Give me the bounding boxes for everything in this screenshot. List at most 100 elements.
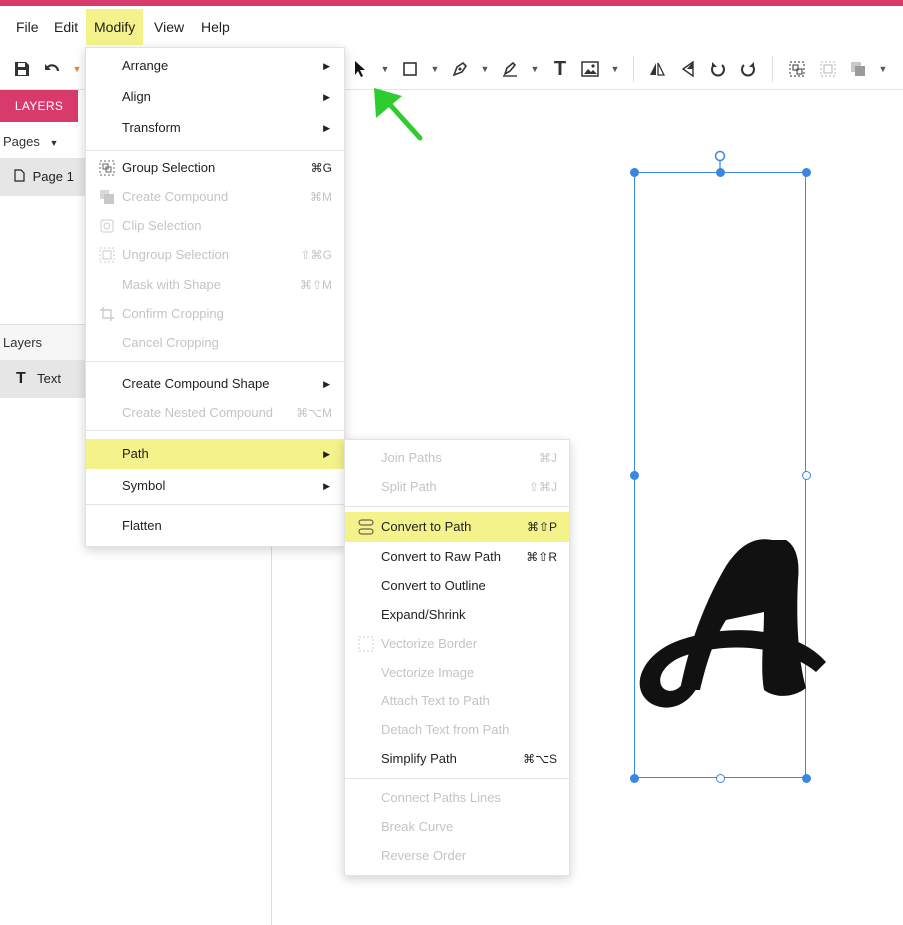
resize-handle-n[interactable]	[715, 167, 725, 177]
resize-handle-e[interactable]	[801, 470, 811, 480]
menu-item-expand-shrink[interactable]: Expand/Shrink	[345, 600, 569, 630]
modify-menu: Arrange ▶ Align ▶ Transform ▶ Group Sele…	[85, 47, 345, 547]
page-item[interactable]: Page 1	[0, 158, 86, 196]
menu-item-label: Simplify Path	[381, 751, 457, 766]
layers-section: Layers	[0, 324, 86, 360]
shortcut-label: ⌘M	[310, 190, 332, 204]
menu-modify[interactable]: Modify	[86, 9, 144, 45]
menu-item-label: Vectorize Border	[381, 636, 478, 651]
menu-item-label: Create Compound	[122, 189, 229, 204]
layer-item-label: Text	[37, 371, 62, 386]
menu-item-label: Detach Text from Path	[381, 722, 510, 737]
menu-item-label: Group Selection	[122, 160, 216, 175]
shortcut-label: ⌘J	[539, 451, 557, 465]
menu-item-align[interactable]: Align ▶	[86, 82, 344, 112]
menu-item-label: Clip Selection	[122, 218, 202, 233]
rectangle-dropdown-icon[interactable]: ▼	[430, 57, 440, 81]
save-icon[interactable]	[10, 57, 34, 81]
resize-handle-w[interactable]	[629, 470, 639, 480]
menu-help[interactable]: Help	[193, 12, 238, 42]
menu-item-ungroup-selection: Ungroup Selection ⇧⌘G	[86, 240, 344, 270]
menu-item-label: Create Nested Compound	[122, 405, 274, 420]
menu-item-label: Arrange	[122, 58, 169, 73]
resize-handle-s[interactable]	[715, 773, 725, 783]
panel-divider	[271, 546, 272, 925]
select-dropdown-icon[interactable]: ▼	[380, 57, 390, 81]
image-icon[interactable]	[578, 57, 602, 81]
selection-box[interactable]	[634, 172, 806, 778]
menu-item-simplify-path[interactable]: Simplify Path ⌘⌥S	[345, 744, 569, 774]
pen-dropdown-icon[interactable]: ▼	[480, 57, 490, 81]
menu-item-label: Expand/Shrink	[381, 607, 466, 622]
convert-path-icon	[357, 518, 375, 536]
rotate-right-icon[interactable]	[736, 57, 760, 81]
chevron-right-icon: ▶	[323, 379, 330, 389]
select-arrow-icon[interactable]	[348, 57, 372, 81]
shortcut-label: ⌘⌥S	[523, 752, 557, 766]
flip-horizontal-icon[interactable]	[645, 57, 669, 81]
menu-item-confirm-cropping: Confirm Cropping	[86, 299, 344, 329]
layers-tab[interactable]: LAYERS	[0, 90, 78, 122]
menu-item-clip-selection: Clip Selection	[86, 211, 344, 241]
combine-icon[interactable]	[846, 57, 870, 81]
menu-item-convert-to-outline[interactable]: Convert to Outline	[345, 571, 569, 601]
menu-bar: File Edit Modify View Help	[0, 6, 903, 48]
menu-item-mask-with-shape: Mask with Shape ⌘⇧M	[86, 270, 344, 300]
menu-item-label: Cancel Cropping	[122, 335, 219, 350]
resize-handle-ne[interactable]	[801, 167, 811, 177]
menu-divider	[86, 361, 344, 362]
menu-item-split-path: Split Path ⇧⌘J	[345, 472, 569, 502]
shortcut-label: ⌘⇧R	[526, 550, 557, 564]
flip-vertical-icon[interactable]	[676, 57, 700, 81]
menu-item-label: Transform	[122, 120, 181, 135]
menu-item-label: Path	[122, 446, 149, 461]
menu-item-convert-to-raw-path[interactable]: Convert to Raw Path ⌘⇧R	[345, 542, 569, 572]
crop-icon	[98, 305, 116, 323]
resize-handle-se[interactable]	[801, 773, 811, 783]
page-item-label: Page 1	[32, 169, 74, 184]
text-icon[interactable]: T	[548, 57, 572, 81]
menu-item-break-curve: Break Curve	[345, 812, 569, 842]
menu-edit[interactable]: Edit	[46, 12, 86, 42]
resize-handle-sw[interactable]	[629, 773, 639, 783]
menu-item-path[interactable]: Path ▶	[86, 439, 344, 469]
combine-dropdown-icon[interactable]: ▼	[878, 57, 888, 81]
rotate-handle	[714, 150, 726, 162]
pages-header-label: Pages	[3, 134, 40, 149]
menu-item-reverse-order: Reverse Order	[345, 841, 569, 871]
chevron-right-icon: ▶	[323, 92, 330, 102]
menu-item-transform[interactable]: Transform ▶	[86, 113, 344, 143]
layer-item-text[interactable]: T Text	[0, 360, 86, 398]
menu-item-label: Convert to Raw Path	[381, 549, 501, 564]
pencil-icon[interactable]	[498, 57, 522, 81]
menu-item-convert-to-path[interactable]: Convert to Path ⌘⇧P	[345, 512, 569, 542]
menu-item-connect-paths-lines: Connect Paths Lines	[345, 783, 569, 813]
pencil-dropdown-icon[interactable]: ▼	[530, 57, 540, 81]
menu-view[interactable]: View	[146, 12, 192, 42]
group-icon[interactable]	[785, 57, 809, 81]
menu-item-arrange[interactable]: Arrange ▶	[86, 51, 344, 81]
menu-item-flatten[interactable]: Flatten	[86, 511, 344, 541]
shortcut-label: ⌘⇧P	[526, 520, 557, 534]
menu-item-label: Ungroup Selection	[122, 247, 229, 262]
group-icon	[98, 159, 116, 177]
layers-header: Layers	[3, 335, 43, 350]
menu-item-create-compound: Create Compound ⌘M	[86, 182, 344, 212]
menu-item-label: Attach Text to Path	[381, 693, 490, 708]
undo-dropdown-icon[interactable]: ▼	[72, 57, 82, 81]
image-dropdown-icon[interactable]: ▼	[610, 57, 620, 81]
menu-item-create-compound-shape[interactable]: Create Compound Shape ▶	[86, 369, 344, 399]
menu-file[interactable]: File	[8, 12, 47, 42]
rotate-left-icon[interactable]	[706, 57, 730, 81]
menu-item-label: Confirm Cropping	[122, 306, 224, 321]
rectangle-icon[interactable]	[398, 57, 422, 81]
pen-icon[interactable]	[448, 57, 472, 81]
menu-divider	[345, 506, 569, 507]
resize-handle-nw[interactable]	[629, 167, 639, 177]
shortcut-label: ⌘G	[310, 161, 332, 175]
ungroup-icon[interactable]	[816, 57, 840, 81]
menu-item-group-selection[interactable]: Group Selection ⌘G	[86, 153, 344, 183]
undo-icon[interactable]	[40, 57, 64, 81]
menu-item-symbol[interactable]: Symbol ▶	[86, 471, 344, 501]
pages-header[interactable]: Pages ▼	[3, 134, 58, 149]
